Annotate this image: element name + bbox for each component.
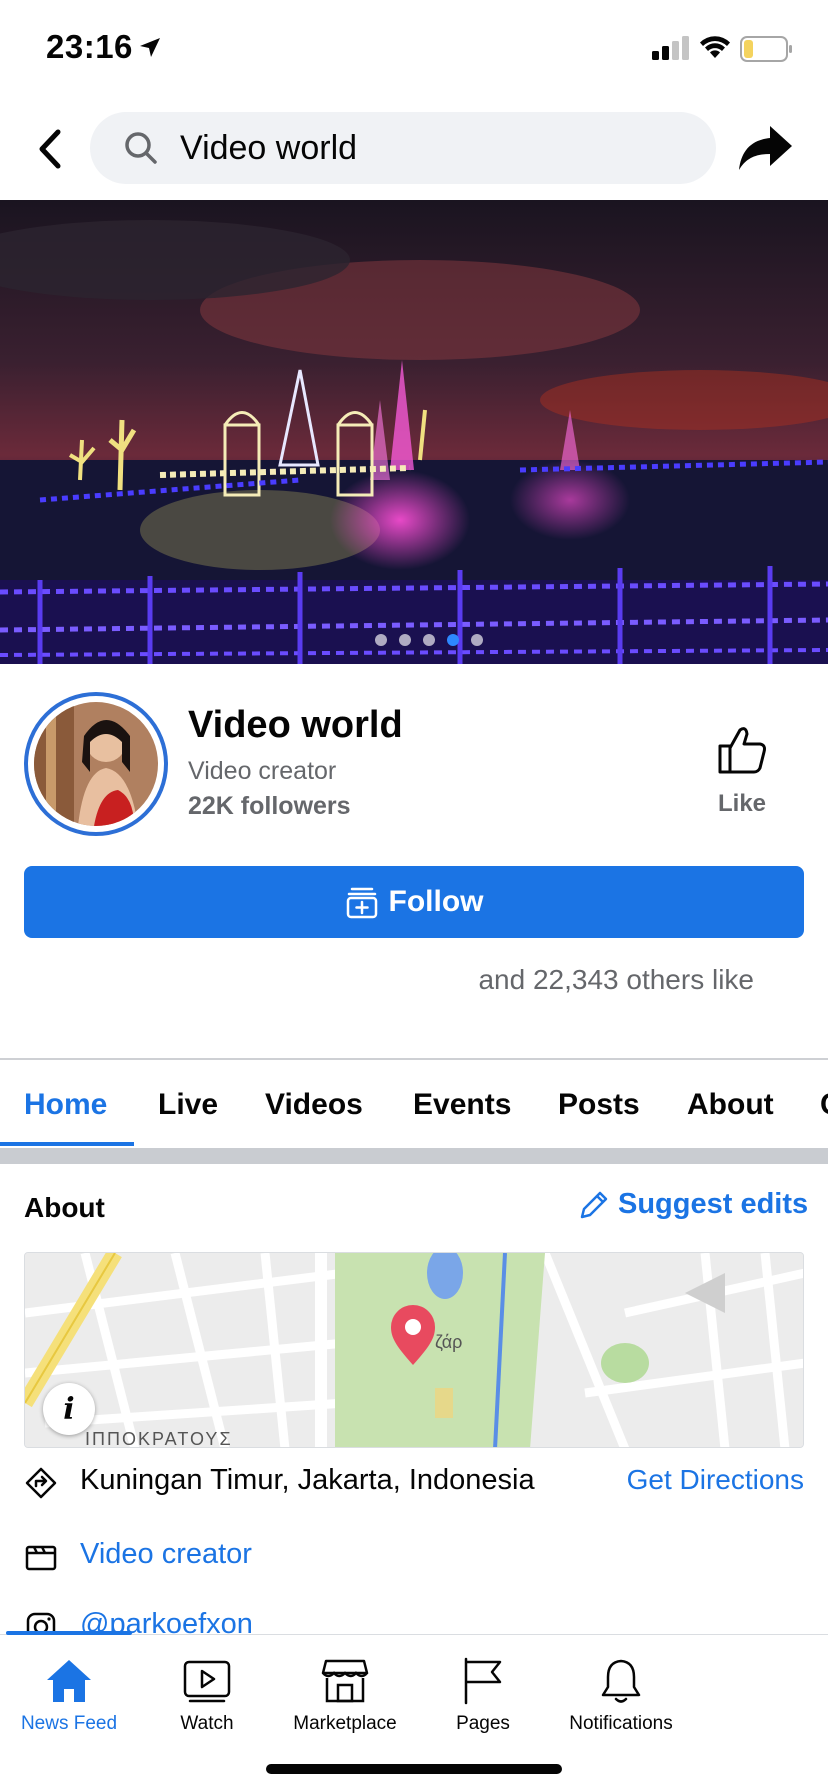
back-button[interactable] xyxy=(30,126,70,172)
carousel-indicator xyxy=(0,634,828,646)
marketplace-icon xyxy=(321,1659,369,1703)
bell-icon xyxy=(601,1659,641,1703)
search-icon xyxy=(125,132,157,164)
svg-text:ζάρ: ζάρ xyxy=(435,1332,462,1352)
location-arrow-icon xyxy=(140,38,160,57)
category-link[interactable]: Video creator xyxy=(80,1538,252,1571)
like-button[interactable]: Like xyxy=(700,724,784,820)
nav-label: Notifications xyxy=(569,1713,673,1734)
status-bar: 23:16 xyxy=(0,0,828,100)
carousel-dot-active xyxy=(447,634,459,646)
search-input[interactable]: Video world xyxy=(90,112,716,184)
search-value: Video world xyxy=(180,129,358,167)
active-tab-underline xyxy=(0,1142,134,1146)
carousel-dot xyxy=(375,634,387,646)
clapperboard-icon xyxy=(25,1545,57,1571)
follow-label: Follow xyxy=(388,885,484,918)
map-image: ζάρ ΙΠΠΟΚΡΑΤΟΥΣ xyxy=(25,1253,803,1448)
nav-watch[interactable]: Watch xyxy=(138,1657,276,1735)
carousel-dot xyxy=(399,634,411,646)
svg-text:ΙΠΠΟΚΡΑΤΟΥΣ: ΙΠΠΟΚΡΑΤΟΥΣ xyxy=(85,1429,233,1448)
address-text: Kuningan Timur, Jakarta, Indonesia xyxy=(80,1464,535,1496)
thumbs-up-icon xyxy=(718,727,766,774)
avatar[interactable] xyxy=(24,692,168,836)
pencil-icon xyxy=(580,1191,608,1218)
avatar-image xyxy=(34,702,158,826)
page-title: Video world xyxy=(188,704,403,746)
tab-videos[interactable]: Videos xyxy=(265,1088,363,1122)
about-heading: About xyxy=(24,1192,105,1223)
follow-plus-icon xyxy=(346,887,377,919)
nav-notifications[interactable]: Notifications xyxy=(552,1657,690,1735)
nav-label: News Feed xyxy=(20,1713,118,1734)
tab-posts[interactable]: Posts xyxy=(558,1088,640,1122)
carousel-dot xyxy=(423,634,435,646)
follow-button[interactable]: Follow xyxy=(24,866,804,938)
section-separator xyxy=(0,1148,828,1164)
cover-photo-image xyxy=(0,200,828,664)
home-icon xyxy=(47,1660,91,1702)
tab-about[interactable]: About xyxy=(687,1088,774,1122)
suggest-edits-label: Suggest edits xyxy=(618,1188,809,1220)
watch-icon xyxy=(183,1660,231,1703)
flag-icon xyxy=(464,1657,502,1705)
get-directions-link[interactable]: Get Directions xyxy=(627,1464,804,1496)
suggest-edits-button[interactable]: Suggest edits xyxy=(578,1188,808,1221)
nav-pages[interactable]: Pages xyxy=(414,1657,552,1735)
nav-label: Watch xyxy=(180,1713,234,1734)
likes-summary: and 22,343 others like xyxy=(478,964,754,995)
like-label: Like xyxy=(717,790,767,817)
address-row: Kuningan Timur, Jakarta, Indonesia Get D… xyxy=(24,1458,804,1508)
home-indicator xyxy=(266,1764,562,1774)
tab-events[interactable]: Events xyxy=(413,1088,511,1122)
map-info-button[interactable]: i xyxy=(43,1383,95,1435)
share-button[interactable] xyxy=(736,120,796,176)
cellular-signal-icon xyxy=(652,36,689,60)
follower-count: 22K followers xyxy=(188,792,351,820)
cover-photo[interactable] xyxy=(0,200,828,664)
page-category: Video creator xyxy=(188,757,337,785)
nav-marketplace[interactable]: Marketplace xyxy=(276,1657,414,1735)
active-nav-indicator xyxy=(6,1631,132,1635)
battery-icon xyxy=(740,36,792,62)
share-arrow-icon xyxy=(739,126,792,170)
tab-overflow[interactable]: C xyxy=(820,1088,828,1122)
search-header: Video world xyxy=(0,100,828,200)
directions-icon xyxy=(25,1467,57,1499)
nav-label: Marketplace xyxy=(293,1713,397,1734)
carousel-dot xyxy=(471,634,483,646)
tab-live[interactable]: Live xyxy=(158,1088,218,1122)
page-tabs: Home Live Videos Events Posts About C xyxy=(0,1060,828,1148)
chevron-left-icon xyxy=(39,129,61,169)
category-row: Video creator xyxy=(24,1532,804,1582)
nav-label: Pages xyxy=(456,1713,510,1734)
wifi-icon xyxy=(700,36,730,58)
nav-news-feed[interactable]: News Feed xyxy=(0,1657,138,1735)
tab-home[interactable]: Home xyxy=(24,1088,107,1122)
status-time: 23:16 xyxy=(46,28,133,65)
location-map[interactable]: ζάρ ΙΠΠΟΚΡΑΤΟΥΣ i xyxy=(24,1252,804,1448)
